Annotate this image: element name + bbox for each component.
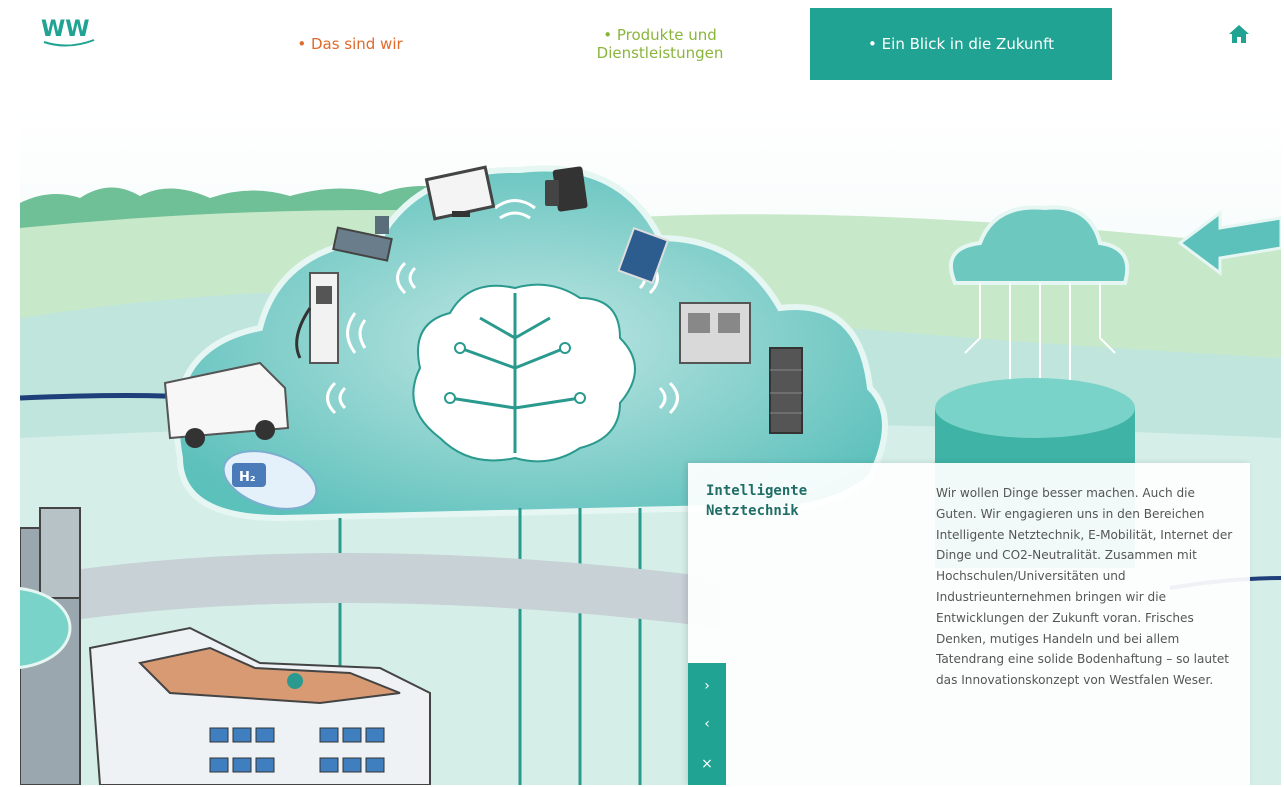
nav-bullet: • bbox=[603, 26, 613, 44]
prev-chevron-icon[interactable]: ‹ bbox=[688, 709, 726, 739]
info-panel: Intelligente Netztechnik Wir wollen Ding… bbox=[688, 463, 1250, 785]
app-frame: WW • Das sind wir • Produkte und Dienstl… bbox=[20, 8, 1281, 785]
nav-label-block: • Produkte und Dienstleistungen bbox=[597, 26, 724, 62]
nav-ein-blick-in-die-zukunft[interactable]: • Ein Blick in die Zukunft bbox=[810, 8, 1112, 80]
next-chevron-icon[interactable]: › bbox=[688, 671, 726, 701]
panel-body-text: Wir wollen Dinge besser machen. Auch die… bbox=[936, 486, 1233, 688]
close-icon[interactable]: × bbox=[688, 749, 726, 779]
nav-das-sind-wir[interactable]: • Das sind wir bbox=[270, 8, 430, 80]
nav-label: Das sind wir bbox=[310, 35, 403, 53]
panel-controls: › ‹ × bbox=[688, 663, 726, 785]
server-rack-icon bbox=[769, 347, 803, 434]
nav-produkte-und-dienstleistungen[interactable]: • Produkte und Dienstleistungen bbox=[560, 8, 760, 80]
home-icon[interactable] bbox=[1228, 24, 1250, 44]
panel-title: Intelligente Netztechnik bbox=[706, 483, 808, 519]
top-nav-bar: WW • Das sind wir • Produkte und Dienstl… bbox=[20, 8, 1281, 108]
nav-bullet: • bbox=[297, 35, 307, 53]
nav-label: Ein Blick in die Zukunft bbox=[881, 35, 1054, 53]
svg-text:WW: WW bbox=[41, 17, 90, 42]
ww-logo-icon[interactable]: WW bbox=[38, 14, 100, 48]
nav-bullet: • bbox=[868, 35, 877, 53]
h2-label: H₂ bbox=[239, 470, 256, 485]
nav-label: Produkte und Dienstleistungen bbox=[596, 26, 724, 62]
building-box-icon bbox=[679, 302, 751, 364]
